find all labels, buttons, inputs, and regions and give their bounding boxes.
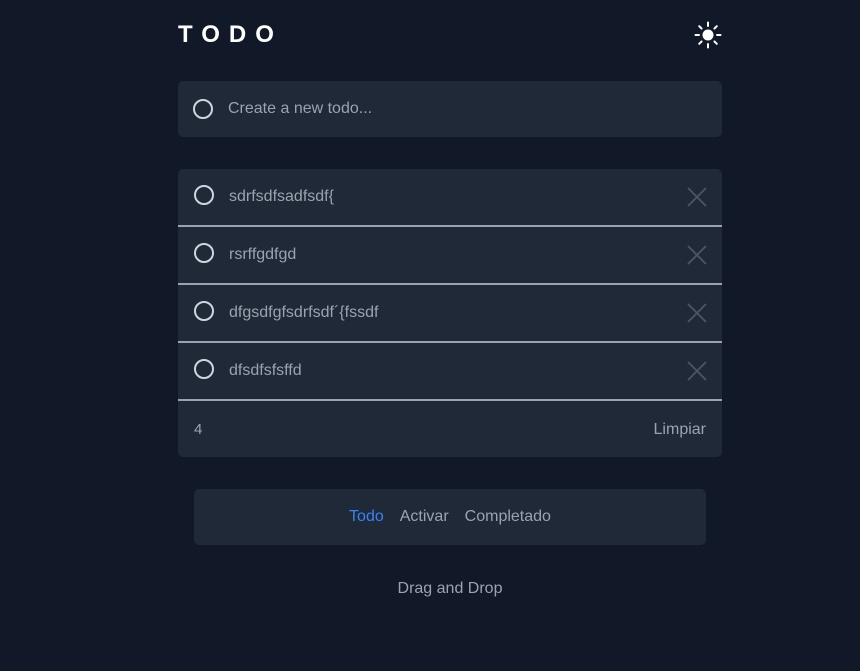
- page-title: TODO: [178, 21, 283, 48]
- list-footer: 4 Limpiar: [178, 401, 722, 457]
- new-todo-form: [178, 81, 722, 137]
- todo-item[interactable]: dfsdfsfsffd: [178, 343, 722, 401]
- new-todo-input[interactable]: [228, 81, 708, 137]
- sun-icon[interactable]: [694, 21, 722, 49]
- filter-active[interactable]: Activar: [400, 508, 449, 526]
- header: TODO: [178, 20, 722, 50]
- close-icon[interactable]: [686, 186, 708, 208]
- clear-completed-button[interactable]: Limpiar: [654, 401, 706, 457]
- items-count: 4: [194, 421, 203, 438]
- todo-text: dfsdfsfsffd: [229, 362, 302, 379]
- todo-item[interactable]: sdrfsdfsadfsdf{: [178, 169, 722, 227]
- todo-text: rsrffgdfgd: [229, 246, 297, 263]
- drag-drop-hint: Drag and Drop: [397, 580, 503, 597]
- filter-all[interactable]: Todo: [349, 508, 384, 526]
- todo-checkbox[interactable]: [194, 243, 214, 263]
- filter-bar: Todo Activar Completado: [194, 489, 706, 545]
- todo-item[interactable]: dfgsdfgfsdrfsdf´{fssdf: [178, 285, 722, 343]
- todo-app: TODO sdrfsdfsadfsdf: [178, 0, 722, 671]
- new-todo-checkbox[interactable]: [193, 99, 213, 119]
- todo-text: sdrfsdfsadfsdf{: [229, 188, 334, 205]
- close-icon[interactable]: [686, 302, 708, 324]
- todo-checkbox[interactable]: [194, 359, 214, 379]
- todo-list: sdrfsdfsadfsdf{ rsrffgdfgd dfgsdfgfsdrfs…: [178, 169, 722, 457]
- todo-item[interactable]: rsrffgdfgd: [178, 227, 722, 285]
- todo-checkbox[interactable]: [194, 185, 214, 205]
- close-icon[interactable]: [686, 244, 708, 266]
- filter-completed[interactable]: Completado: [465, 508, 551, 526]
- todo-checkbox[interactable]: [194, 301, 214, 321]
- close-icon[interactable]: [686, 360, 708, 382]
- todo-text: dfgsdfgfsdrfsdf´{fssdf: [229, 304, 379, 321]
